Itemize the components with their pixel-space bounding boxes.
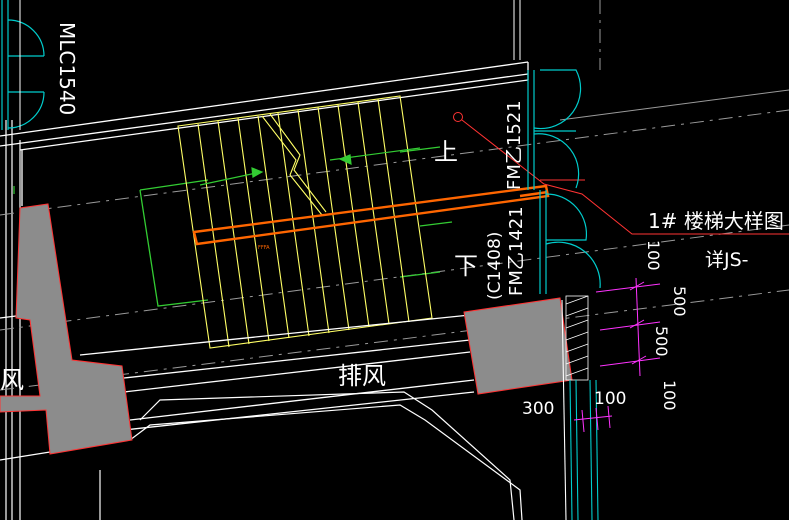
stair-treads [177, 95, 433, 349]
top-right-lines [513, 0, 521, 60]
label-dim-100-bottom: 100 [594, 389, 626, 409]
label-door-mlc: MLC1540 [55, 22, 79, 115]
cad-drawing[interactable]: MLC1540 FFFA FM乙1521 FM乙1421 (C1408) 上 下… [0, 0, 789, 520]
door-fm-lower-symbol [539, 190, 601, 294]
label-window-c: (C1408) [485, 232, 505, 300]
label-door-fm-upper: FM乙1521 [504, 100, 525, 190]
door-mlc-symbol [1, 0, 45, 130]
label-up: 上 [434, 138, 458, 166]
label-left-partial: 风 [0, 366, 24, 394]
door-fm-upper-symbol [527, 69, 582, 190]
axis-lines-grey [559, 89, 789, 121]
label-door-fm-lower: FM乙1421 [506, 206, 527, 296]
landing-outline [139, 146, 453, 307]
label-dim-500-b: 500 [652, 326, 671, 357]
label-dim-300: 300 [522, 399, 554, 419]
label-dim-100-right: 100 [660, 380, 679, 411]
label-dim-500-a: 500 [670, 286, 689, 317]
label-down: 下 [454, 252, 478, 280]
left-wall-lines [5, 120, 21, 520]
label-exhaust: 排风 [338, 362, 386, 390]
label-small-tag: FFFA [258, 245, 270, 251]
label-stair-callout: 1# 楼梯大样图 [648, 209, 784, 233]
label-dim-100-callout: 100 [644, 240, 663, 271]
label-detail-ref: 详JS- [705, 249, 749, 271]
